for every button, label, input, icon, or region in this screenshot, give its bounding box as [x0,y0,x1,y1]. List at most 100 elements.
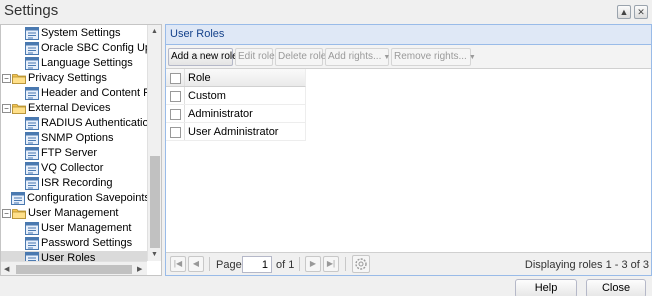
tree-item-label: VQ Collector [41,162,104,174]
user-roles-panel: User Roles Add a new role Edit role Dele… [165,24,652,276]
last-page-icon[interactable]: ▶| [323,256,339,272]
tree-item-label: Header and Content Privacy [41,87,147,99]
row-checkbox[interactable] [170,109,181,120]
tree-item[interactable]: System Settings [1,26,147,41]
edit-role-button[interactable]: Edit role [235,48,275,66]
add-rights-label: Add rights... [328,51,382,62]
add-role-button[interactable]: Add a new role [168,48,238,66]
scroll-thumb-horizontal[interactable] [16,265,132,274]
tree-item-label: User Management [28,207,119,219]
tree-item-label: Oracle SBC Config Upload [41,42,147,54]
panel-title: User Roles [170,28,225,40]
table-row[interactable]: Custom [166,87,306,105]
page-icon [25,162,39,175]
help-button[interactable]: Help [515,279,577,296]
page-count-label: of 1 [276,259,295,271]
role-name: Custom [188,90,226,102]
tree-item[interactable]: VQ Collector [1,161,147,176]
remove-rights-button[interactable]: Remove rights... ▼ [391,48,476,66]
page-number-input[interactable] [242,256,272,273]
page-icon [25,27,39,40]
tree-item[interactable]: Header and Content Privacy [1,86,147,101]
scroll-up-icon[interactable]: ▲ [151,28,158,35]
tree-item-label: Configuration Savepoints [27,192,147,204]
tree-item-label: User Management [41,222,132,234]
tree-item-label: FTP Server [41,147,98,159]
tree-item[interactable]: User Management [1,221,147,236]
row-checkbox[interactable] [170,127,181,138]
tree-item[interactable]: − Privacy Settings [1,71,147,86]
tree-item-label: External Devices [28,102,111,114]
page-icon [25,132,39,145]
paging-divider [209,257,210,271]
tree-item-label: Password Settings [41,237,133,249]
tree-item-label: User Roles [41,252,96,261]
tree-item-label: SNMP Options [41,132,114,144]
settings-tree-panel: System Settings Oracle SBC Config Upload L… [0,24,162,276]
folder-icon [12,74,26,84]
refresh-icon [355,258,367,270]
tree-item[interactable]: − External Devices [1,101,147,116]
window-title: Settings [4,2,59,19]
tree-item[interactable]: Language Settings [1,56,147,71]
tree-item-label: Language Settings [41,57,133,69]
scroll-down-icon[interactable]: ▼ [151,251,158,258]
page-icon [25,42,39,55]
tree-item[interactable]: Password Settings [1,236,147,251]
column-divider [184,87,185,104]
page-icon [25,222,39,235]
column-divider [184,69,185,86]
role-name: User Administrator [188,126,279,138]
scroll-left-icon[interactable]: ◀ [4,265,9,273]
roles-toolbar: Add a new role Edit role Delete role Add… [166,45,651,69]
page-icon [25,237,39,250]
first-page-icon[interactable]: |◀ [170,256,186,272]
column-divider [184,105,185,122]
tree-item[interactable]: − User Management [1,206,147,221]
tree-item[interactable]: FTP Server [1,146,147,161]
tree-item[interactable]: Oracle SBC Config Upload [1,41,147,56]
folder-icon [12,104,26,114]
page-icon [11,192,25,205]
tree-item[interactable]: Configuration Savepoints [1,191,147,206]
collapse-toggle-icon[interactable]: − [2,209,11,218]
close-icon[interactable]: ✕ [634,5,648,19]
tree-item[interactable]: User Roles [1,251,147,261]
delete-role-button[interactable]: Delete role [275,48,326,66]
select-all-checkbox[interactable] [170,73,181,84]
paging-divider [299,257,300,271]
paging-toolbar: |◀ ◀ Page of 1 ▶ ▶| Displaying roles 1 -… [166,252,651,275]
table-row[interactable]: User Administrator [166,123,306,141]
role-name: Administrator [188,108,253,120]
tree-item-label: System Settings [41,27,121,39]
tree-horizontal-scrollbar[interactable]: ◀ ▶ [1,261,147,275]
next-page-icon[interactable]: ▶ [305,256,321,272]
row-checkbox[interactable] [170,91,181,102]
scroll-thumb[interactable] [150,156,160,248]
window-titlebar: Settings ▲ ✕ [0,0,652,24]
collapse-toggle-icon[interactable]: − [2,74,11,83]
tree-item[interactable]: ISR Recording [1,176,147,191]
collapse-icon[interactable]: ▲ [617,5,631,19]
collapse-toggle-icon[interactable]: − [2,104,11,113]
scroll-right-icon[interactable]: ▶ [137,265,142,273]
page-icon [25,252,39,261]
tree-item[interactable]: RADIUS Authentication [1,116,147,131]
tree-vertical-scrollbar[interactable]: ▲ ▼ [147,25,161,261]
remove-rights-label: Remove rights... [394,51,467,62]
tree-item[interactable]: SNMP Options [1,131,147,146]
add-rights-button[interactable]: Add rights... ▼ [325,48,390,66]
page-icon [25,57,39,70]
previous-page-icon[interactable]: ◀ [188,256,204,272]
chevron-down-icon: ▼ [468,54,476,61]
folder-icon [12,209,26,219]
table-row[interactable]: Administrator [166,105,306,123]
page-icon [25,87,39,100]
role-column-header[interactable]: Role [188,72,211,84]
refresh-button[interactable] [352,255,370,273]
panel-header: User Roles [166,25,651,45]
close-button[interactable]: Close [586,279,646,296]
page-icon [25,177,39,190]
paging-divider [345,257,346,271]
page-icon [25,147,39,160]
